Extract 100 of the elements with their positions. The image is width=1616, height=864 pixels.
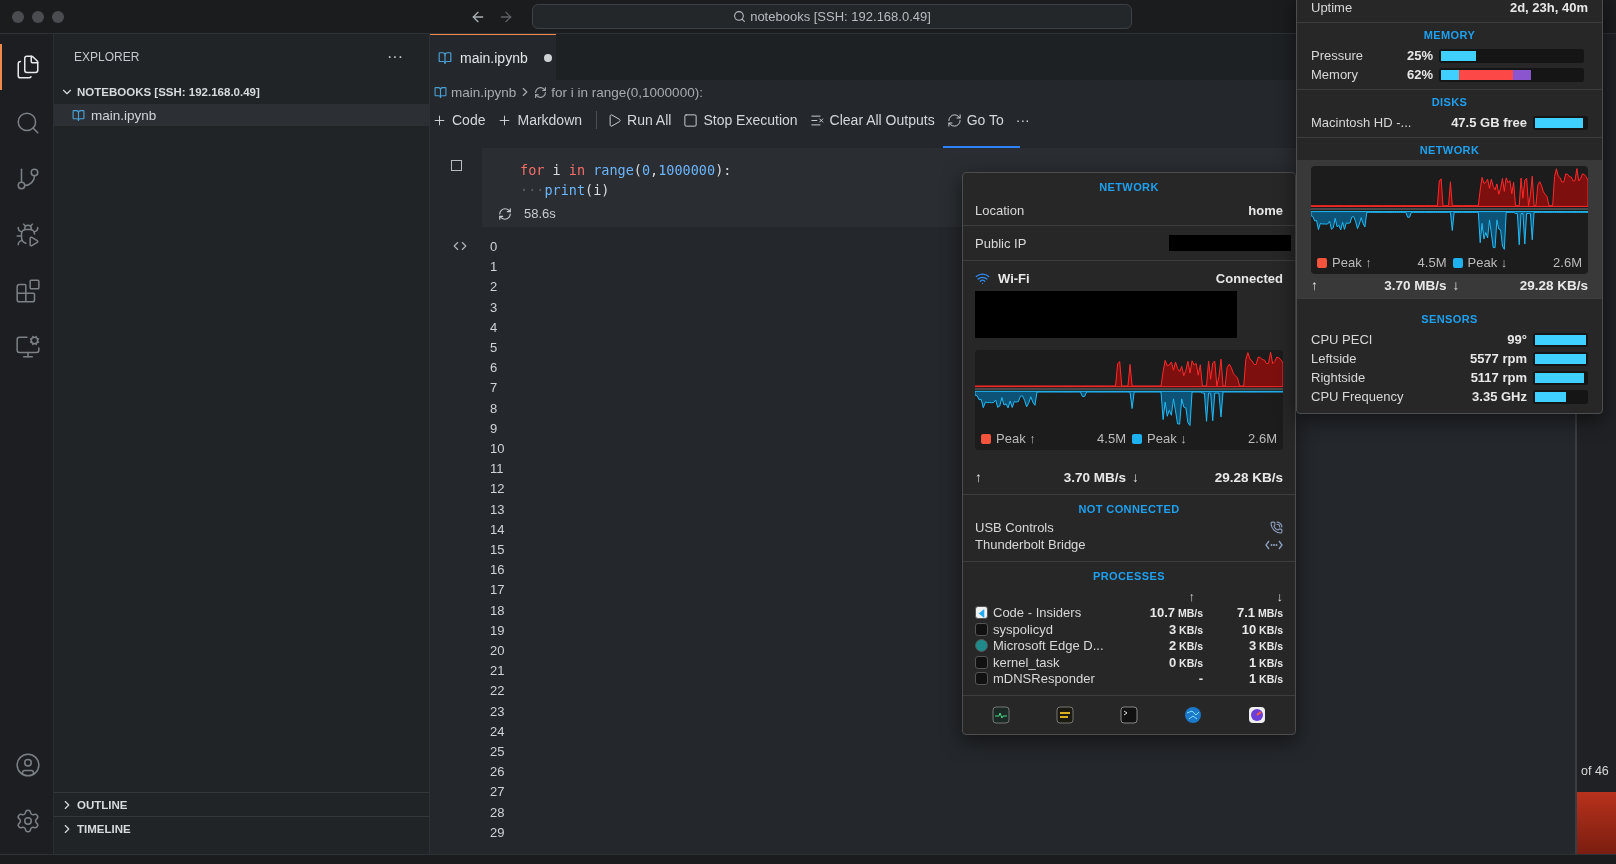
- toolbar-button[interactable]: Run All: [605, 107, 678, 133]
- output-line: 2: [490, 278, 499, 297]
- row-value: 25%: [1405, 48, 1433, 63]
- output-line: 1: [490, 258, 499, 277]
- output-code-icon[interactable]: [453, 239, 467, 253]
- row-value: 5117 rpm: [1470, 370, 1527, 385]
- notebook-icon: [72, 108, 85, 122]
- row-value: 62%: [1405, 67, 1433, 82]
- row-value: 3.35 GHz: [1472, 389, 1527, 404]
- output-line: 16: [490, 561, 505, 580]
- download-arrow: ↓: [1452, 277, 1460, 293]
- row-label: Pressure: [1311, 48, 1365, 63]
- output-line: 11: [490, 460, 505, 479]
- output-line: 29: [490, 823, 505, 842]
- row-label: Location: [975, 202, 1025, 218]
- terminal-icon[interactable]: [1120, 706, 1138, 724]
- column-heading: ↓: [1275, 588, 1283, 605]
- row-value: 99°: [1507, 332, 1527, 347]
- section-header[interactable]: NOTEBOOKS [SSH: 192.168.0.49]: [54, 80, 429, 104]
- section-heading: SENSORS: [1421, 312, 1478, 327]
- sync-icon: [534, 85, 548, 99]
- row-label: Wi-Fi: [998, 270, 1030, 286]
- process-name: syspolicyd: [993, 621, 1053, 637]
- file-item[interactable]: main.ipynb: [54, 104, 429, 126]
- row-value: 47.5 GB free: [1451, 115, 1527, 130]
- activity-monitor-icon[interactable]: [992, 706, 1010, 724]
- wifi-icon: [975, 270, 990, 286]
- notebook-icon: [434, 85, 447, 99]
- toolbar-button[interactable]: Markdown: [495, 107, 589, 133]
- row-label: CPU Frequency: [1311, 389, 1405, 404]
- toolbar-button[interactable]: Go To: [944, 107, 1010, 133]
- section-heading: NETWORK: [1419, 143, 1480, 158]
- gauge-icon[interactable]: [1248, 706, 1266, 724]
- row-label: Public IP: [975, 235, 1027, 251]
- download-rate: 29.28 KB/s: [1519, 277, 1588, 293]
- globe-icon[interactable]: [1184, 706, 1202, 724]
- upload-rate: 10.7 MB/s: [1149, 605, 1203, 621]
- legend-label: Peak ↓: [1147, 431, 1187, 446]
- terminal-app-icon: [975, 622, 988, 636]
- section-heading: NETWORK: [1099, 180, 1159, 195]
- toolbar-button[interactable]: Code: [430, 107, 492, 133]
- output-line: 22: [490, 682, 505, 701]
- download-rate: 10 KB/s: [1241, 621, 1283, 637]
- more-actions[interactable]: ···: [387, 48, 403, 66]
- output-line: 0: [490, 238, 499, 256]
- legend-label: Peak ↑: [1332, 255, 1372, 270]
- download-rate: 1 KB/s: [1248, 671, 1283, 687]
- bridge-icon: [1265, 538, 1283, 551]
- download-rate: 1 KB/s: [1248, 654, 1283, 670]
- output-line: 9: [490, 419, 499, 438]
- connection-status: Connected: [1215, 270, 1283, 286]
- row-label: Memory: [1311, 67, 1359, 82]
- upload-rate: 2 KB/s: [1168, 638, 1203, 654]
- toolbar-button[interactable]: Clear All Outputs: [807, 107, 941, 133]
- phone-icon: [1270, 521, 1283, 534]
- browser-app-icon: [975, 639, 988, 653]
- row-label: Uptime: [1311, 0, 1353, 15]
- terminal-app-icon: [975, 655, 988, 669]
- sync-icon: [946, 112, 962, 128]
- search-icon: [733, 10, 747, 23]
- breadcrumb-item[interactable]: for i in range(0,1000000):: [534, 84, 703, 100]
- more-button[interactable]: ···: [1013, 107, 1036, 133]
- output-line: 25: [490, 743, 505, 762]
- toolbar-button[interactable]: Stop Execution: [681, 107, 804, 133]
- section-heading: PROCESSES: [1092, 569, 1166, 584]
- column-heading: ↑: [1187, 588, 1196, 605]
- interface-label: Thunderbolt Bridge: [975, 537, 1086, 552]
- output-line: 27: [490, 783, 505, 802]
- background-window-text: of 46: [1580, 764, 1610, 780]
- section-heading: NOT CONNECTED: [1078, 502, 1180, 517]
- code-line: ···print(i): [520, 181, 610, 200]
- row-label: Rightside: [1311, 370, 1367, 385]
- cell-select-box[interactable]: [450, 160, 462, 171]
- legend-value: 4.5M: [1417, 255, 1447, 270]
- breadcrumb-item[interactable]: main.ipynb: [434, 84, 517, 100]
- command-center-search[interactable]: notebooks [SSH: 192.168.0.49]: [532, 4, 1132, 29]
- output-line: 7: [490, 379, 499, 398]
- output-line: 8: [490, 399, 499, 418]
- clear-list-icon: [809, 112, 825, 128]
- download-rate: 3 KB/s: [1248, 638, 1283, 654]
- download-rate: 7.1 MB/s: [1236, 605, 1283, 621]
- output-line: 4: [490, 318, 499, 337]
- output-line: 10: [490, 440, 505, 459]
- section-header[interactable]: OUTLINE: [54, 792, 429, 816]
- legend-value: 4.5M: [1097, 431, 1126, 446]
- row-value: 2d, 23h, 40m: [1509, 0, 1588, 15]
- legend-label: Peak ↓: [1467, 255, 1508, 270]
- run-icon: [607, 112, 623, 128]
- plus-icon: [497, 112, 513, 128]
- notebook-icon: [438, 50, 452, 65]
- row-label: CPU PECI: [1311, 332, 1374, 347]
- editor-tab[interactable]: main.ipynb: [430, 34, 556, 80]
- interface-label: USB Controls: [975, 520, 1054, 535]
- process-name: kernel_task: [993, 654, 1060, 670]
- row-label: Leftside: [1311, 351, 1358, 366]
- upload-arrow: ↑: [975, 469, 982, 485]
- output-line: 13: [490, 500, 505, 519]
- console-icon[interactable]: [1056, 706, 1074, 724]
- output-line: 5: [490, 339, 499, 357]
- section-header[interactable]: TIMELINE: [54, 816, 429, 840]
